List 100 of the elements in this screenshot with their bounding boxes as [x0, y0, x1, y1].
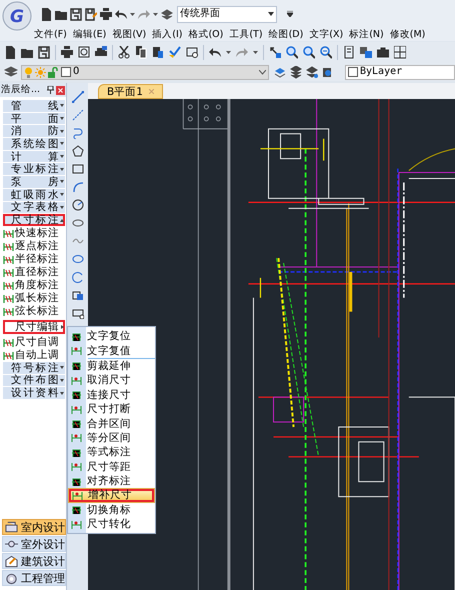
- category-item[interactable]: 文件布图: [3, 374, 65, 388]
- design-center-icon[interactable]: [360, 46, 372, 59]
- copy-icon[interactable]: [135, 46, 147, 59]
- workspace-tab[interactable]: 室内设计: [2, 519, 66, 535]
- menu-item[interactable]: 文字(X): [309, 28, 344, 41]
- close-icon[interactable]: [56, 86, 65, 94]
- menu-item[interactable]: 标注(N): [349, 28, 384, 41]
- printer-icon[interactable]: [61, 46, 73, 59]
- save-as-icon[interactable]: [85, 8, 97, 20]
- menu-item[interactable]: 格式(O): [188, 28, 224, 41]
- undo-icon[interactable]: [209, 46, 221, 59]
- pan-icon[interactable]: [269, 46, 281, 59]
- submenu-item[interactable]: 增补尺寸: [68, 488, 155, 503]
- dashed-line-icon[interactable]: [72, 109, 84, 121]
- tool-item[interactable]: 弦长标注: [3, 304, 65, 318]
- category-item[interactable]: 系统绘图: [3, 138, 65, 151]
- polyline-icon[interactable]: [72, 127, 84, 139]
- tool-item[interactable]: 直径标注: [3, 266, 65, 279]
- category-item[interactable]: 管 线: [3, 100, 65, 113]
- paste-icon[interactable]: [152, 46, 164, 59]
- category-item[interactable]: 设计资料: [3, 387, 65, 400]
- submenu-item[interactable]: 切换角标: [68, 502, 155, 518]
- category-item[interactable]: 专业标注: [3, 163, 65, 176]
- rectangle-icon[interactable]: [72, 163, 84, 175]
- submenu-item[interactable]: 文字复值: [68, 343, 155, 358]
- submenu-item[interactable]: 等分区间: [68, 430, 155, 446]
- layer-state-icon[interactable]: [274, 66, 286, 78]
- circle-icon[interactable]: [72, 199, 84, 211]
- undo-icon[interactable]: [115, 8, 127, 20]
- arc-icon[interactable]: [72, 271, 84, 283]
- app-logo-icon[interactable]: G: [2, 1, 32, 31]
- tool-item[interactable]: 弧长标注: [3, 292, 65, 305]
- category-item[interactable]: 虹吸雨水: [3, 188, 65, 202]
- tool-item[interactable]: 角度标注: [3, 278, 65, 292]
- tool-item[interactable]: 半径标注: [3, 252, 65, 266]
- caret-icon[interactable]: [253, 51, 258, 54]
- document-tab[interactable]: B平面1: [98, 84, 163, 99]
- menu-item[interactable]: 修改(M): [390, 28, 426, 41]
- submenu-item[interactable]: 连接尺寸: [68, 388, 155, 402]
- grid-icon[interactable]: [394, 46, 406, 59]
- category-item[interactable]: 计 算: [3, 150, 65, 164]
- ellipse-icon[interactable]: [72, 253, 84, 265]
- workspace-tab[interactable]: 建筑设计: [2, 553, 66, 569]
- category-item[interactable]: 符号标注: [3, 362, 65, 375]
- workspace-tab[interactable]: 工程管理: [2, 570, 66, 586]
- tool-item[interactable]: 自动上调: [3, 348, 65, 362]
- category-item[interactable]: 平 面: [3, 112, 65, 126]
- print-preview-icon[interactable]: [78, 46, 90, 59]
- layer-previous-icon[interactable]: [290, 66, 302, 78]
- layers-icon[interactable]: [161, 8, 173, 20]
- category-item[interactable]: 尺寸标注: [3, 214, 65, 227]
- category-item[interactable]: 泵 房: [3, 176, 65, 189]
- category-item[interactable]: 消 防: [3, 125, 65, 138]
- flyout-item[interactable]: 尺寸编辑: [3, 320, 65, 334]
- submenu-item[interactable]: 文字复位: [68, 329, 155, 344]
- submenu-item[interactable]: 合并区间: [68, 416, 155, 431]
- zoom-icon[interactable]: [286, 46, 298, 59]
- caret-icon[interactable]: [226, 51, 231, 54]
- insert-icon[interactable]: [72, 307, 84, 319]
- save-icon[interactable]: [70, 8, 82, 20]
- submenu-item[interactable]: 尺寸转化: [68, 517, 155, 532]
- tool-item[interactable]: 快速标注: [3, 226, 65, 240]
- menu-item[interactable]: 编辑(E): [72, 28, 106, 41]
- layer-dropdown[interactable]: 0: [21, 64, 269, 80]
- submenu-item[interactable]: 等式标注: [68, 445, 155, 460]
- layer-match-icon[interactable]: [322, 66, 334, 78]
- save-icon[interactable]: [38, 46, 50, 59]
- workspace-dropdown[interactable]: 传统界面: [177, 6, 277, 22]
- menu-item[interactable]: 工具(T): [229, 28, 263, 41]
- customize-caret-icon[interactable]: [287, 11, 293, 17]
- workspace-tab[interactable]: 室外设计: [2, 536, 66, 552]
- tool-item[interactable]: 逐点标注: [3, 240, 65, 253]
- submenu-item[interactable]: 剪裁延伸: [68, 358, 155, 374]
- caret-icon[interactable]: [153, 12, 158, 16]
- zoom-icon[interactable]: [303, 46, 315, 59]
- block-icon[interactable]: [72, 289, 84, 301]
- tool-item[interactable]: 尺寸自调: [3, 336, 65, 349]
- layer-walk-icon[interactable]: [306, 66, 318, 78]
- submenu-item[interactable]: 尺寸等距: [68, 460, 155, 474]
- submenu-item[interactable]: 取消尺寸: [68, 373, 155, 388]
- arc-icon[interactable]: [72, 181, 84, 193]
- menu-item[interactable]: 文件(F): [34, 28, 67, 41]
- caret-icon[interactable]: [130, 12, 135, 16]
- submenu-item[interactable]: 对齐标注: [68, 474, 155, 488]
- pin-icon[interactable]: [47, 86, 54, 94]
- plot-icon[interactable]: [95, 46, 107, 59]
- layers-icon[interactable]: [4, 65, 18, 79]
- menu-item[interactable]: 插入(I): [152, 28, 182, 41]
- category-item[interactable]: 文字表格: [3, 202, 65, 214]
- menu-item[interactable]: 绘图(D): [268, 28, 304, 41]
- submenu-item[interactable]: 尺寸打断: [68, 402, 155, 416]
- zoom-previous-icon[interactable]: [320, 46, 332, 59]
- ellipse-icon[interactable]: [72, 217, 84, 229]
- match-properties-icon[interactable]: [186, 46, 198, 59]
- line-icon[interactable]: [72, 91, 84, 103]
- polygon-icon[interactable]: [72, 145, 84, 157]
- properties-icon[interactable]: [343, 46, 355, 59]
- menu-item[interactable]: 视图(V): [112, 28, 146, 41]
- printer-icon[interactable]: [100, 8, 112, 20]
- toolbox-icon[interactable]: [377, 46, 389, 59]
